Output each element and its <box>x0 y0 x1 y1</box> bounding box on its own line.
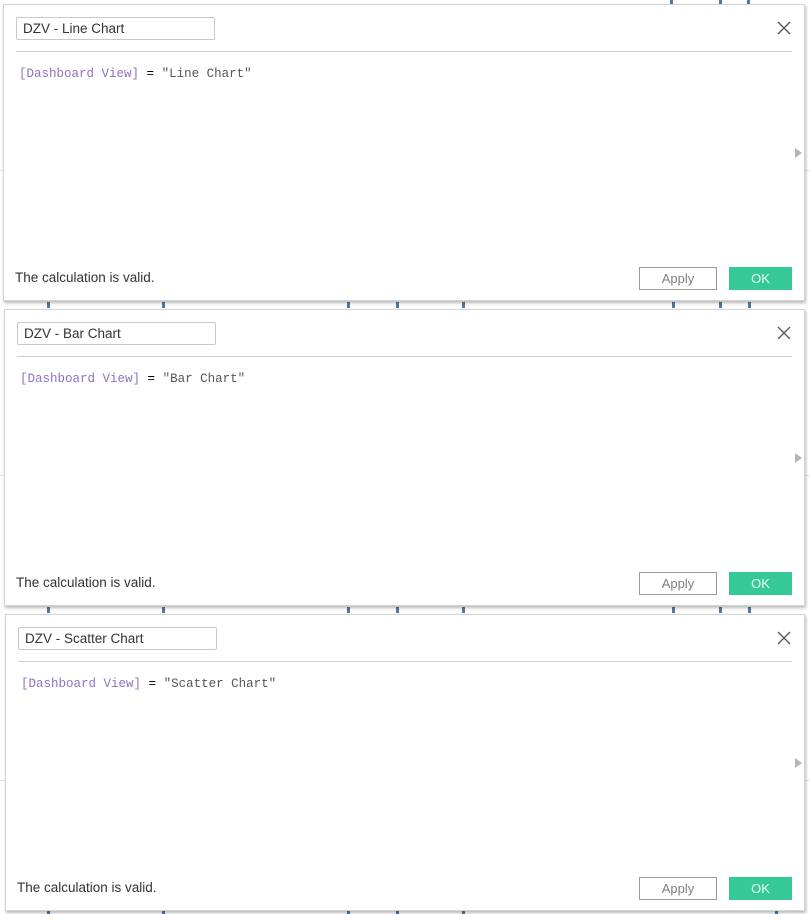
background-mark <box>748 302 751 308</box>
background-mark <box>672 607 675 613</box>
background-mark <box>719 302 722 308</box>
calculation-name-input[interactable] <box>16 17 215 40</box>
calculation-dialog-bar-chart: [Dashboard View] = "Bar Chart" The calcu… <box>4 309 805 606</box>
formula-editor[interactable]: [Dashboard View] = "Line Chart" <box>19 67 252 81</box>
formula-field-reference: [Dashboard View] <box>20 372 141 386</box>
formula-field-reference: [Dashboard View] <box>21 677 142 691</box>
close-icon[interactable] <box>776 630 792 646</box>
triangle-right-icon[interactable] <box>795 758 802 768</box>
calculation-dialog-line-chart: [Dashboard View] = "Line Chart" The calc… <box>3 4 805 301</box>
background-mark <box>462 607 465 613</box>
background-mark <box>396 302 399 308</box>
background-mark <box>672 302 675 308</box>
apply-button[interactable]: Apply <box>639 877 717 900</box>
validation-status: The calculation is valid. <box>15 270 155 285</box>
formula-operator: = <box>148 677 157 691</box>
formula-operator: = <box>146 67 155 81</box>
background-mark <box>162 302 165 308</box>
validation-status: The calculation is valid. <box>16 575 156 590</box>
background-mark <box>748 607 751 613</box>
formula-string-literal: "Line Chart" <box>161 67 252 81</box>
calculation-dialog-scatter-chart: [Dashboard View] = "Scatter Chart" The c… <box>5 614 805 911</box>
formula-string-literal: "Bar Chart" <box>162 372 246 386</box>
background-mark <box>47 302 50 308</box>
background-mark <box>347 302 350 308</box>
calculation-name-input[interactable] <box>17 322 216 345</box>
divider <box>17 356 792 357</box>
ok-button[interactable]: OK <box>729 267 792 290</box>
ok-button[interactable]: OK <box>729 572 792 595</box>
divider <box>18 661 792 662</box>
background-mark <box>396 607 399 613</box>
background-mark <box>162 607 165 613</box>
formula-editor[interactable]: [Dashboard View] = "Bar Chart" <box>20 372 245 386</box>
calculation-name-input[interactable] <box>18 627 217 650</box>
apply-button[interactable]: Apply <box>639 267 717 290</box>
background-mark <box>462 302 465 308</box>
formula-field-reference: [Dashboard View] <box>19 67 140 81</box>
background-mark <box>347 607 350 613</box>
validation-status: The calculation is valid. <box>17 880 157 895</box>
apply-button[interactable]: Apply <box>639 572 717 595</box>
formula-operator: = <box>147 372 156 386</box>
background-mark <box>719 607 722 613</box>
triangle-right-icon[interactable] <box>795 148 802 158</box>
close-icon[interactable] <box>776 20 792 36</box>
triangle-right-icon[interactable] <box>795 453 802 463</box>
formula-editor[interactable]: [Dashboard View] = "Scatter Chart" <box>21 677 276 691</box>
ok-button[interactable]: OK <box>729 877 792 900</box>
divider <box>16 51 792 52</box>
close-icon[interactable] <box>776 325 792 341</box>
background-mark <box>47 607 50 613</box>
formula-string-literal: "Scatter Chart" <box>163 677 277 691</box>
